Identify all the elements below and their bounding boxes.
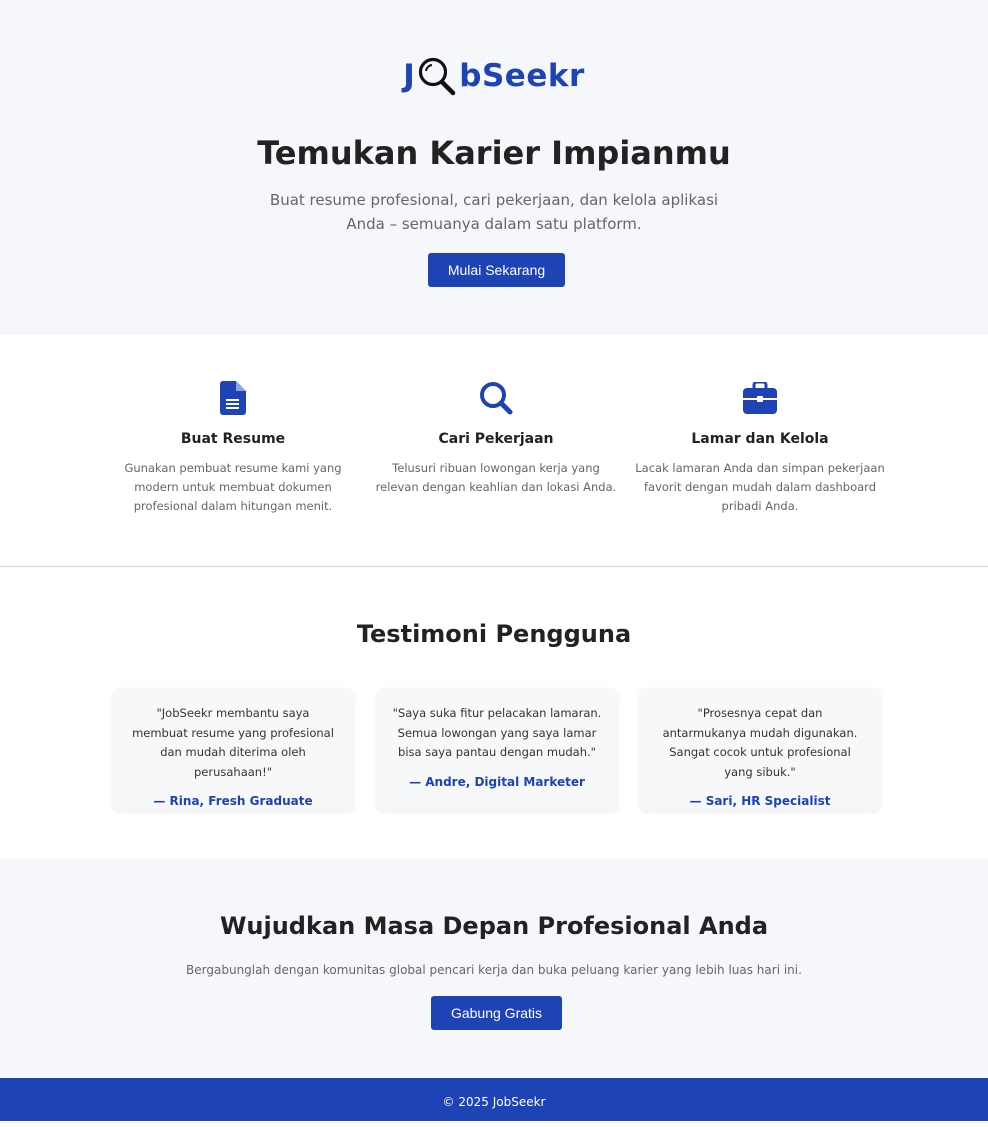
section-divider bbox=[0, 566, 988, 567]
testimonial-quote: "Prosesnya cepat dan antarmukanya mudah … bbox=[662, 706, 858, 779]
feature-description: Gunakan pembuat resume kami yang modern … bbox=[124, 461, 342, 513]
testimonial-author: — Rina, Fresh Graduate bbox=[153, 794, 313, 808]
feature-title: Buat Resume bbox=[180, 431, 286, 447]
feature-search-jobs: Cari Pekerjaan Telusuri ribuan lowongan … bbox=[371, 379, 621, 497]
feature-title: Lamar dan Kelola bbox=[691, 431, 829, 447]
magnifier-icon bbox=[416, 55, 458, 107]
testimonial-card: "Prosesnya cepat dan antarmukanya mudah … bbox=[640, 688, 880, 810]
footer-copyright: © 2025 JobSeekr bbox=[442, 1095, 546, 1109]
feature-build-resume: Buat Resume Gunakan pembuat resume kami … bbox=[108, 379, 358, 516]
start-now-button[interactable]: Mulai Sekarang bbox=[428, 253, 565, 287]
cta-subtitle: Bergabunglah dengan komunitas global pen… bbox=[186, 963, 802, 977]
footer: © 2025 JobSeekr bbox=[0, 1078, 988, 1121]
hero-subtitle: Buat resume profesional, cari pekerjaan,… bbox=[269, 191, 719, 233]
testimonial-author: — Sari, HR Specialist bbox=[689, 794, 831, 808]
feature-apply-manage: Lamar dan Kelola Lacak lamaran Anda dan … bbox=[635, 379, 885, 516]
logo-text-prefix: J bbox=[403, 58, 416, 94]
hero-section: J bSeekr Temukan Karier Impianmu Buat re… bbox=[0, 0, 988, 335]
testimonial-quote: "Saya suka fitur pelacakan lamaran. Semu… bbox=[392, 706, 602, 759]
testimonial-card: "JobSeekr membantu saya membuat resume y… bbox=[113, 688, 353, 810]
logo-text-suffix: bSeekr bbox=[459, 58, 585, 94]
feature-description: Lacak lamaran Anda dan simpan pekerjaan … bbox=[635, 461, 885, 513]
cta-section: Wujudkan Masa Depan Profesional Anda Ber… bbox=[0, 859, 988, 1078]
join-free-button[interactable]: Gabung Gratis bbox=[431, 996, 562, 1030]
testimonial-author: — Andre, Digital Marketer bbox=[409, 774, 585, 789]
feature-description: Telusuri ribuan lowongan kerja yang rele… bbox=[375, 461, 617, 494]
testimonials-title: Testimoni Pengguna bbox=[356, 620, 632, 648]
search-icon bbox=[371, 379, 621, 417]
document-icon bbox=[108, 379, 358, 417]
testimonial-quote: "JobSeekr membantu saya membuat resume y… bbox=[132, 706, 334, 779]
feature-title: Cari Pekerjaan bbox=[438, 431, 554, 447]
briefcase-icon bbox=[635, 379, 885, 417]
testimonial-card: "Saya suka fitur pelacakan lamaran. Semu… bbox=[377, 688, 617, 810]
logo[interactable]: J bSeekr bbox=[0, 50, 988, 102]
hero-title: Temukan Karier Impianmu bbox=[257, 134, 731, 172]
cta-title: Wujudkan Masa Depan Profesional Anda bbox=[219, 912, 769, 940]
features-section: Buat Resume Gunakan pembuat resume kami … bbox=[0, 335, 988, 566]
